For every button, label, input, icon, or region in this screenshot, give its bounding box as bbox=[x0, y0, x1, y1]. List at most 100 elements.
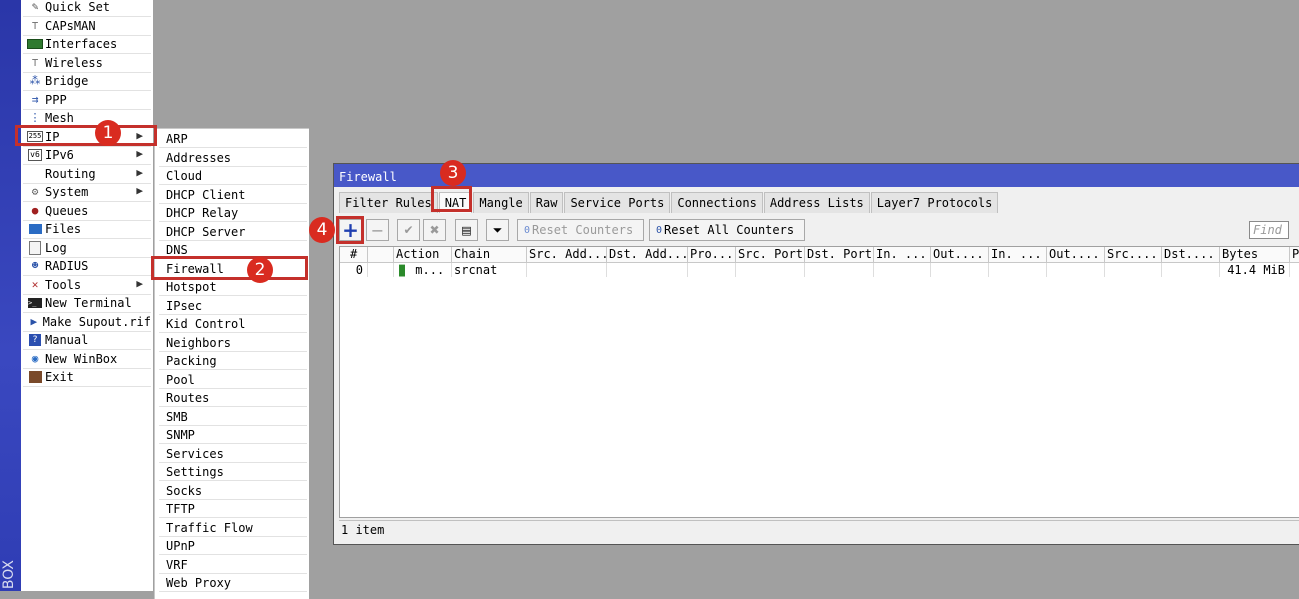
submenu-item-dhcp-server[interactable]: DHCP Server bbox=[159, 223, 307, 241]
menu-item-radius[interactable]: ☻ RADIUS bbox=[23, 257, 151, 276]
col-src-port[interactable]: Src. Port bbox=[736, 247, 805, 262]
col-chain[interactable]: Chain bbox=[452, 247, 527, 262]
menu-item-label: Log bbox=[45, 240, 67, 255]
tab-layer7-protocols[interactable]: Layer7 Protocols bbox=[870, 192, 999, 213]
menu-item-log[interactable]: Log bbox=[23, 239, 151, 258]
disable-button[interactable]: ✖ bbox=[423, 219, 446, 241]
comment-icon: ▤ bbox=[461, 223, 472, 237]
submenu-item-packing[interactable]: Packing bbox=[159, 352, 307, 370]
submenu-item-socks[interactable]: Socks bbox=[159, 482, 307, 500]
menu-item-system[interactable]: ⚙ System ▶ bbox=[23, 183, 151, 202]
submenu-item-dhcp-relay[interactable]: DHCP Relay bbox=[159, 204, 307, 222]
remove-button[interactable]: − bbox=[366, 219, 389, 241]
submenu-item-pool[interactable]: Pool bbox=[159, 371, 307, 389]
menu-item-label: Bridge bbox=[45, 74, 89, 88]
reset-counters-button[interactable]: 0 Reset Counters bbox=[517, 219, 644, 241]
row-in-interface bbox=[874, 263, 931, 277]
files-folder-icon bbox=[27, 222, 43, 236]
log-icon bbox=[27, 240, 43, 255]
reset-all-counters-label: Reset All Counters bbox=[664, 223, 795, 237]
submenu-item-upnp[interactable]: UPnP bbox=[159, 537, 307, 555]
submenu-item-arp[interactable]: ARP bbox=[159, 130, 307, 148]
menu-item-capsman[interactable]: ⊤ CAPsMAN bbox=[23, 17, 151, 36]
submenu-item-tftp[interactable]: TFTP bbox=[159, 500, 307, 518]
col-dst-address[interactable]: Dst. Add... bbox=[607, 247, 688, 262]
tab-service-ports[interactable]: Service Ports bbox=[564, 192, 671, 213]
menu-item-wireless[interactable]: ⊤ Wireless bbox=[23, 54, 151, 73]
status-bar: 1 item bbox=[339, 520, 1299, 539]
menu-item-queues[interactable]: ● Queues bbox=[23, 202, 151, 221]
col-flags[interactable] bbox=[368, 247, 394, 262]
submenu-item-kid-control[interactable]: Kid Control bbox=[159, 315, 307, 333]
menu-item-label: IPv6 bbox=[45, 148, 74, 162]
menu-item-manual[interactable]: ? Manual bbox=[23, 331, 151, 350]
reset-counters-label: Reset Counters bbox=[532, 223, 634, 237]
col-out-interface-list[interactable]: Out.... bbox=[1047, 247, 1105, 262]
find-input[interactable]: Find bbox=[1249, 221, 1289, 239]
col-src-address[interactable]: Src. Add... bbox=[527, 247, 607, 262]
submenu-item-addresses[interactable]: Addresses bbox=[159, 149, 307, 167]
submenu-item-smb[interactable]: SMB bbox=[159, 408, 307, 426]
menu-item-tools[interactable]: ✕ Tools ▶ bbox=[23, 276, 151, 295]
winbox-icon: ◉ bbox=[31, 351, 39, 365]
submenu-item-snmp[interactable]: SNMP bbox=[159, 426, 307, 444]
submenu-item-settings[interactable]: Settings bbox=[159, 463, 307, 481]
menu-item-label: RADIUS bbox=[45, 259, 89, 273]
submenu-item-hotspot[interactable]: Hotspot bbox=[159, 278, 307, 296]
col-number[interactable]: # bbox=[340, 247, 368, 262]
col-dst-address-list[interactable]: Dst.... bbox=[1162, 247, 1220, 262]
col-action[interactable]: Action bbox=[394, 247, 452, 262]
tab-mangle[interactable]: Mangle bbox=[473, 192, 529, 213]
menu-item-files[interactable]: Files bbox=[23, 220, 151, 239]
filter-button[interactable]: ⏷ bbox=[486, 219, 509, 241]
comment-button[interactable]: ▤ bbox=[455, 219, 478, 241]
col-in-interface-list[interactable]: In. ... bbox=[989, 247, 1047, 262]
submenu-arrow-icon: ▶ bbox=[136, 147, 143, 160]
submenu-item-vrf[interactable]: VRF bbox=[159, 556, 307, 574]
reset-all-counters-button[interactable]: 0 Reset All Counters bbox=[649, 219, 805, 241]
menu-item-quick-set[interactable]: ✎ Quick Set bbox=[23, 0, 151, 17]
col-in-interface[interactable]: In. ... bbox=[874, 247, 931, 262]
submenu-item-neighbors[interactable]: Neighbors bbox=[159, 334, 307, 352]
row-src-address bbox=[527, 263, 607, 277]
col-dst-port[interactable]: Dst. Port bbox=[805, 247, 874, 262]
menu-item-new-terminal[interactable]: >_ New Terminal bbox=[23, 294, 151, 313]
submenu-item-traffic-flow[interactable]: Traffic Flow bbox=[159, 519, 307, 537]
annotation-badge-1: 1 bbox=[95, 120, 121, 146]
row-packets bbox=[1290, 263, 1299, 277]
submenu-item-cloud[interactable]: Cloud bbox=[159, 167, 307, 185]
submenu-item-routes[interactable]: Routes bbox=[159, 389, 307, 407]
col-src-address-list[interactable]: Src.... bbox=[1105, 247, 1162, 262]
tab-filter-rules[interactable]: Filter Rules bbox=[339, 192, 438, 213]
menu-item-make-supout[interactable]: ▶ Make Supout.rif bbox=[23, 313, 151, 332]
submenu-item-dhcp-client[interactable]: DHCP Client bbox=[159, 186, 307, 204]
menu-item-interfaces[interactable]: Interfaces bbox=[23, 35, 151, 54]
table-row[interactable]: 0 ▐▌ m... srcnat 41.4 MiB bbox=[340, 263, 1299, 277]
enable-button[interactable]: ✔ bbox=[397, 219, 420, 241]
col-bytes[interactable]: Bytes bbox=[1220, 247, 1290, 262]
submenu-item-web-proxy[interactable]: Web Proxy bbox=[159, 574, 307, 592]
minus-icon: − bbox=[370, 220, 385, 240]
menu-item-ppp[interactable]: ⇉ PPP bbox=[23, 91, 151, 110]
menu-item-ipv6[interactable]: v6 IPv6 ▶ bbox=[23, 146, 151, 165]
submenu-item-ipsec[interactable]: IPsec bbox=[159, 297, 307, 315]
interfaces-icon bbox=[27, 37, 43, 51]
submenu-arrow-icon: ▶ bbox=[136, 276, 143, 290]
window-title[interactable]: Firewall bbox=[334, 164, 1299, 187]
menu-item-bridge[interactable]: ⁂ Bridge bbox=[23, 72, 151, 91]
col-protocol[interactable]: Pro... bbox=[688, 247, 736, 262]
col-out-interface[interactable]: Out.... bbox=[931, 247, 989, 262]
tab-address-lists[interactable]: Address Lists bbox=[763, 192, 870, 213]
menu-item-routing[interactable]: Routing ▶ bbox=[23, 165, 151, 184]
exit-icon bbox=[27, 370, 43, 384]
menu-item-exit[interactable]: Exit bbox=[23, 368, 151, 387]
col-packets[interactable]: P bbox=[1290, 247, 1299, 262]
row-src-port bbox=[736, 263, 805, 277]
row-bytes: 41.4 MiB bbox=[1220, 263, 1290, 277]
menu-item-new-winbox[interactable]: ◉ New WinBox bbox=[23, 350, 151, 369]
menu-item-label: Routing bbox=[45, 166, 96, 181]
tab-connections[interactable]: Connections bbox=[671, 192, 763, 213]
tools-icon: ✕ bbox=[31, 277, 39, 291]
submenu-item-services[interactable]: Services bbox=[159, 445, 307, 463]
tab-raw[interactable]: Raw bbox=[529, 192, 564, 213]
